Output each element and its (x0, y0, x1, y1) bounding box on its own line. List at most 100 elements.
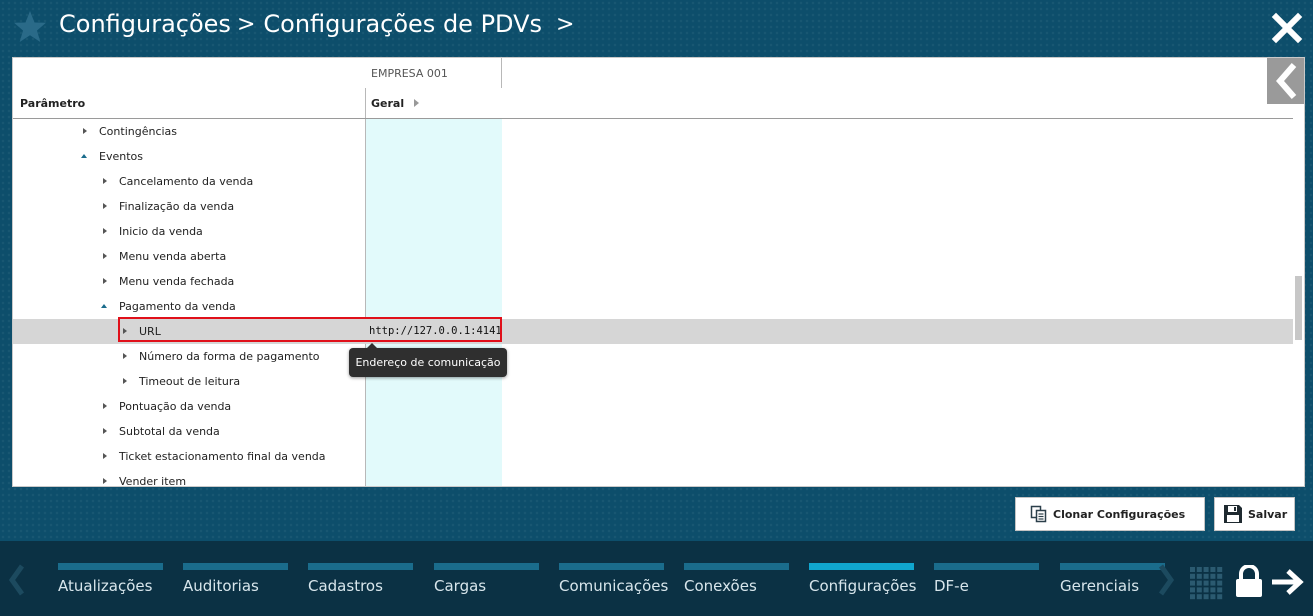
nav-item-bar (183, 563, 288, 570)
tree-row-label: Menu venda fechada (119, 275, 235, 288)
save-label: Salvar (1248, 507, 1288, 521)
collapsed-triangle-icon[interactable] (103, 278, 107, 284)
collapsed-triangle-icon[interactable] (103, 253, 107, 259)
collapsed-triangle-icon[interactable] (123, 328, 127, 334)
tree-row-label: Cancelamento da venda (119, 175, 254, 188)
tree-row[interactable]: Subtotal da venda (13, 419, 1293, 444)
collapsed-triangle-icon[interactable] (103, 428, 107, 434)
clone-config-label: Clonar Configurações (1053, 507, 1186, 521)
tree-row-label: Inicio da venda (119, 225, 203, 238)
tree-row-label: Pontuação da venda (119, 400, 232, 413)
chevron-left-icon (1276, 63, 1297, 99)
chevron-right-icon[interactable] (1155, 563, 1177, 597)
clone-config-button[interactable]: Clonar Configurações (1015, 497, 1205, 531)
collapsed-triangle-icon[interactable] (83, 128, 87, 134)
expanded-triangle-icon[interactable] (81, 154, 87, 158)
tree-row-label: URL (139, 325, 161, 338)
tree-rows: Contingências Eventos Cancelamento da vend… (13, 119, 1293, 487)
apps-grid-icon[interactable] (1190, 567, 1223, 600)
tree-row[interactable]: URL http://127.0.0.1:4141 (13, 319, 1293, 344)
tree-row[interactable]: Timeout de leitura (13, 369, 1293, 394)
collapsed-triangle-icon[interactable] (103, 203, 107, 209)
nav-item-label: Auditorias (183, 577, 259, 595)
breadcrumb-chevron-icon[interactable]: > (556, 12, 574, 37)
logout-arrow-icon[interactable] (1270, 569, 1304, 595)
nav-item[interactable]: Atualizações (58, 563, 163, 603)
nav-item-bar (308, 563, 413, 570)
star-icon[interactable] (13, 10, 47, 44)
nav-item-bar (58, 563, 163, 570)
nav-item-bar (934, 563, 1039, 570)
nav-item[interactable]: Configurações (809, 563, 917, 603)
nav-item-label: Comunicações (559, 577, 669, 595)
nav-item-label: Gerenciais (1060, 577, 1140, 595)
tree-row[interactable]: Menu venda fechada (13, 269, 1293, 294)
collapsed-triangle-icon[interactable] (123, 378, 127, 384)
nav-item-label: Atualizações (58, 577, 153, 595)
nav-item[interactable]: Comunicações (559, 563, 668, 603)
param-column-header: Parâmetro (20, 97, 86, 110)
tree-row[interactable]: Eventos (13, 144, 1293, 169)
nav-item-bar (684, 563, 789, 570)
group-header-geral[interactable]: Geral (371, 97, 404, 110)
tree-row[interactable]: Pagamento da venda (13, 294, 1293, 319)
tree-row[interactable]: Inicio da venda (13, 219, 1293, 244)
tree-row[interactable]: Menu venda aberta (13, 244, 1293, 269)
top-header: Configurações > Configurações de PDVs > (0, 0, 1313, 55)
nav-item-label: Cadastros (308, 577, 383, 595)
tree-row-label: Subtotal da venda (119, 425, 220, 438)
tree-row[interactable]: Vender item (13, 469, 1293, 487)
tree-row[interactable]: Número da forma de pagamento (13, 344, 1293, 369)
chevron-left-icon[interactable] (6, 563, 28, 597)
tree-row-label: Timeout de leitura (139, 375, 241, 388)
breadcrumb-item-configuracoes-pdvs[interactable]: Configurações de PDVs (263, 10, 542, 38)
copy-icon (1030, 505, 1047, 523)
collapsed-triangle-icon[interactable] (103, 403, 107, 409)
collapsed-triangle-icon[interactable] (103, 453, 107, 459)
collapsed-triangle-icon[interactable] (123, 353, 127, 359)
tree-row-label: Contingências (99, 125, 178, 138)
group-expand-icon[interactable] (414, 99, 419, 107)
tree-row-label: Eventos (99, 150, 143, 163)
save-icon (1224, 505, 1242, 523)
close-icon[interactable] (1271, 12, 1303, 44)
nav-item-label: Conexões (684, 577, 757, 595)
nav-item[interactable]: Conexões (684, 563, 789, 603)
tree-row-label: Menu venda aberta (119, 250, 227, 263)
breadcrumb-item-configuracoes[interactable]: Configurações (59, 10, 231, 38)
nav-item[interactable]: Auditorias (183, 563, 288, 603)
nav-item-label: DF-e (934, 577, 969, 595)
tree-row-label: Finalização da venda (119, 200, 235, 213)
tree-row-label: Vender item (119, 475, 187, 487)
side-panel-toggle[interactable] (1267, 58, 1304, 104)
lock-icon[interactable] (1234, 565, 1264, 598)
tree-row[interactable]: Ticket estacionamento final da venda (13, 444, 1293, 469)
nav-item-label: Cargas (434, 577, 487, 595)
collapsed-triangle-icon[interactable] (103, 478, 107, 484)
bottom-nav: Atualizações Auditorias Cadastros Cargas Com… (0, 541, 1313, 616)
collapsed-triangle-icon[interactable] (103, 178, 107, 184)
nav-item[interactable]: Cadastros (308, 563, 413, 603)
nav-item-label: Configurações (809, 577, 917, 595)
tree-row-value[interactable]: http://127.0.0.1:4141 (369, 325, 502, 337)
company-column-label: EMPRESA 001 (371, 67, 448, 80)
tooltip: Endereço de comunicação (349, 343, 507, 377)
config-grid-panel: EMPRESA 001 Parâmetro Geral Contingência… (12, 57, 1305, 487)
tree-row[interactable]: Pontuação da venda (13, 394, 1293, 419)
tree-row-label: Número da forma de pagamento (139, 350, 320, 363)
collapsed-triangle-icon[interactable] (103, 228, 107, 234)
expanded-triangle-icon[interactable] (101, 304, 107, 308)
nav-item-bar (434, 563, 539, 570)
tree-row-label: Pagamento da venda (119, 300, 236, 313)
vertical-scrollbar-thumb[interactable] (1295, 276, 1302, 340)
save-button[interactable]: Salvar (1214, 497, 1295, 531)
nav-item-bar (1060, 563, 1165, 570)
nav-item[interactable]: Gerenciais (1060, 563, 1165, 603)
tree-row[interactable]: Contingências (13, 119, 1293, 144)
nav-item[interactable]: DF-e (934, 563, 1039, 603)
tree-row-label: Ticket estacionamento final da venda (119, 450, 326, 463)
tree-row[interactable]: Cancelamento da venda (13, 169, 1293, 194)
nav-item[interactable]: Cargas (434, 563, 539, 603)
tree-row[interactable]: Finalização da venda (13, 194, 1293, 219)
nav-item-bar (559, 563, 664, 570)
